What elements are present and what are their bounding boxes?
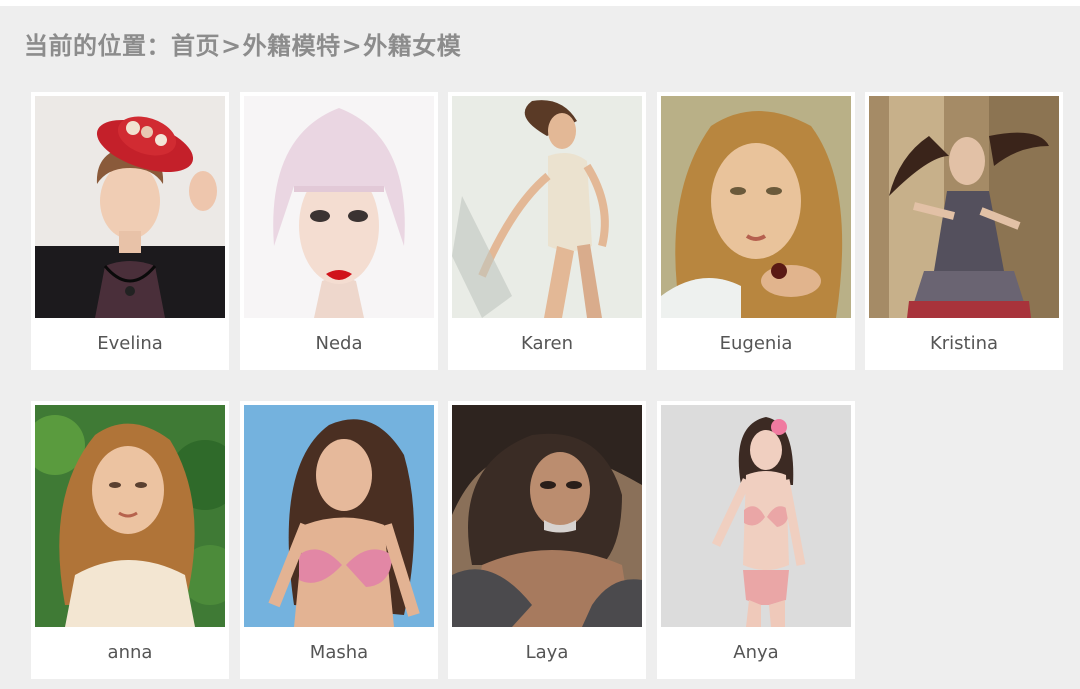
- model-card[interactable]: Laya: [448, 401, 646, 679]
- model-photo[interactable]: [452, 405, 642, 627]
- model-name[interactable]: Anya: [657, 627, 855, 679]
- model-card[interactable]: anna: [31, 401, 229, 679]
- model-name[interactable]: Kristina: [865, 318, 1063, 370]
- model-photo-evelina: [35, 96, 225, 318]
- model-photo-eugenia: [661, 96, 851, 318]
- breadcrumb-category-link[interactable]: 外籍模特: [243, 32, 341, 60]
- model-photo-karen: [452, 96, 642, 318]
- model-name[interactable]: Neda: [240, 318, 438, 370]
- model-name[interactable]: Evelina: [31, 318, 229, 370]
- model-card[interactable]: Karen: [448, 92, 646, 370]
- model-card[interactable]: Evelina: [31, 92, 229, 370]
- model-card[interactable]: Masha: [240, 401, 438, 679]
- model-photo[interactable]: [244, 405, 434, 627]
- model-photo[interactable]: [244, 96, 434, 318]
- model-photo[interactable]: [35, 405, 225, 627]
- breadcrumb-label: 当前的位置：: [24, 32, 171, 60]
- model-photo-kristina: [869, 96, 1059, 318]
- model-name[interactable]: Masha: [240, 627, 438, 679]
- model-name[interactable]: Karen: [448, 318, 646, 370]
- model-photo[interactable]: [35, 96, 225, 318]
- page-background: 当前的位置：首页>外籍模特>外籍女模 Evelina Neda Karen Eu…: [0, 6, 1080, 689]
- model-card[interactable]: Kristina: [865, 92, 1063, 370]
- model-name[interactable]: anna: [31, 627, 229, 679]
- model-card[interactable]: Neda: [240, 92, 438, 370]
- breadcrumb-current: 外籍女模: [363, 32, 462, 60]
- model-photo[interactable]: [452, 96, 642, 318]
- breadcrumb-home-link[interactable]: 首页: [171, 32, 220, 60]
- model-photo-anna: [35, 405, 225, 627]
- breadcrumb-separator: >: [341, 32, 363, 60]
- model-photo-neda: [244, 96, 434, 318]
- model-card[interactable]: Eugenia: [657, 92, 855, 370]
- model-photo[interactable]: [869, 96, 1059, 318]
- model-photo-laya: [452, 405, 642, 627]
- model-photo[interactable]: [661, 96, 851, 318]
- model-photo-masha: [244, 405, 434, 627]
- model-name[interactable]: Eugenia: [657, 318, 855, 370]
- model-card[interactable]: Anya: [657, 401, 855, 679]
- model-photo-anya: [661, 405, 851, 627]
- breadcrumb-separator: >: [221, 32, 242, 60]
- model-photo[interactable]: [661, 405, 851, 627]
- breadcrumb: 当前的位置：首页>外籍模特>外籍女模: [24, 26, 461, 61]
- model-name[interactable]: Laya: [448, 627, 646, 679]
